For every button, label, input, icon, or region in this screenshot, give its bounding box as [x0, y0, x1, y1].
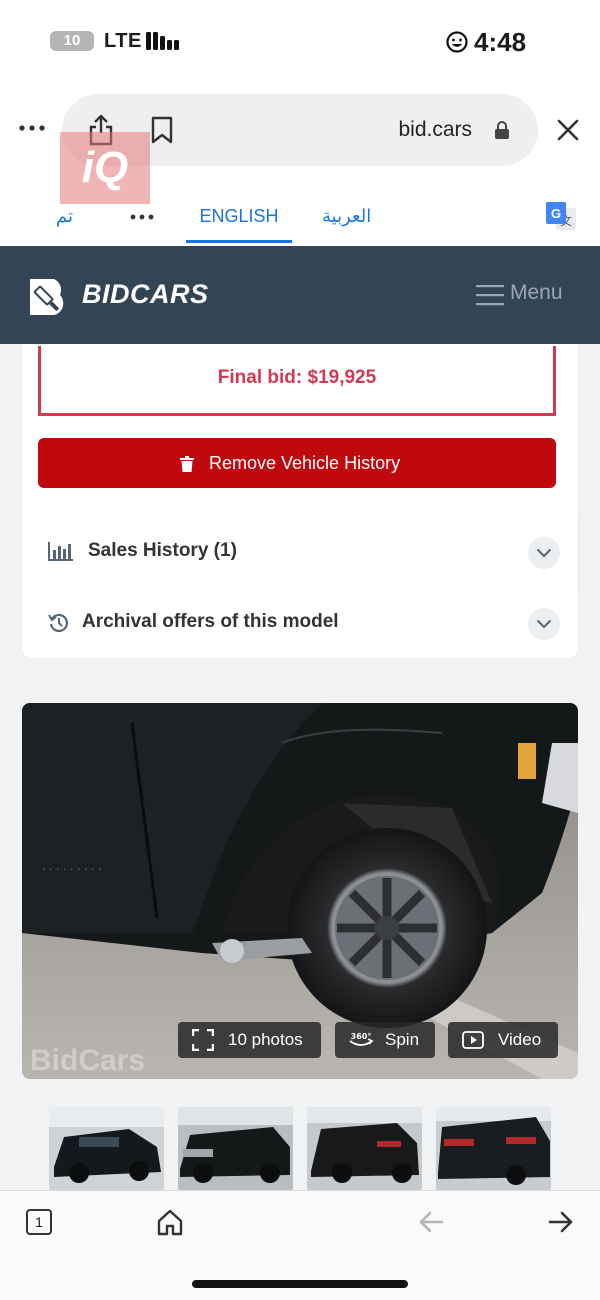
thumbnail-2[interactable] — [178, 1107, 293, 1190]
photos-label: 10 photos — [228, 1030, 303, 1049]
close-icon[interactable] — [556, 118, 580, 142]
trash-icon — [180, 456, 194, 472]
chevron-down-icon — [537, 620, 551, 629]
chevron-down-icon — [537, 549, 551, 558]
translate-done-button[interactable]: تم — [56, 206, 73, 227]
photos-button[interactable]: 10 photos — [178, 1022, 321, 1058]
fullscreen-icon — [192, 1029, 214, 1051]
archival-offers-toggle[interactable]: Archival offers of this model — [82, 611, 339, 633]
status-bar: 10 LTE 4:48 — [0, 0, 600, 80]
translate-more-icon[interactable] — [130, 213, 154, 221]
tab-english[interactable]: ENGLISH — [186, 206, 292, 227]
history-icon — [48, 613, 69, 633]
active-tab-indicator — [186, 240, 292, 243]
tabs-button[interactable]: 1 — [26, 1209, 52, 1235]
back-arrow-icon[interactable] — [418, 1210, 444, 1234]
thumbnail-3[interactable] — [307, 1107, 422, 1190]
svg-text:· · · · · · · · ·: · · · · · · · · · — [42, 863, 101, 876]
tab-arabic[interactable]: العربية — [322, 206, 371, 227]
site-watermark: iQ — [60, 132, 150, 204]
photo-watermark: BidCars — [30, 1044, 146, 1077]
video-label: Video — [498, 1030, 542, 1049]
network-type: LTE — [104, 30, 142, 52]
play-icon — [462, 1031, 484, 1049]
clock: 4:48 — [474, 27, 527, 57]
spin-label: Spin — [385, 1030, 420, 1049]
remove-vehicle-history-label[interactable]: Remove Vehicle History — [209, 453, 400, 474]
spin-button[interactable]: 360° Spin — [335, 1022, 435, 1058]
video-button[interactable]: Video — [448, 1022, 558, 1058]
bookmark-icon[interactable] — [150, 116, 174, 144]
home-icon[interactable] — [156, 1208, 184, 1236]
lock-icon — [495, 121, 509, 139]
svg-text:G: G — [551, 206, 561, 221]
url-text[interactable]: bid.cars — [360, 118, 472, 142]
forward-arrow-icon[interactable] — [548, 1210, 574, 1234]
home-indicator[interactable] — [192, 1280, 408, 1288]
hamburger-icon[interactable] — [476, 284, 504, 306]
bidcars-logo-icon[interactable] — [26, 275, 70, 317]
focus-mode-icon — [446, 31, 468, 53]
signal-icon — [146, 32, 179, 50]
google-translate-icon[interactable]: 文 G — [544, 200, 578, 234]
thumbnail-1[interactable] — [49, 1107, 164, 1190]
brand-name[interactable]: BIDCARS — [82, 279, 209, 310]
battery-indicator: 10 — [50, 31, 94, 51]
sales-history-expand[interactable] — [528, 537, 560, 569]
menu-button[interactable]: Menu — [510, 281, 563, 305]
bar-chart-icon — [48, 542, 73, 561]
archival-offers-expand[interactable] — [528, 608, 560, 640]
final-bid-label: Final bid: $19,925 — [217, 367, 377, 388]
thumbnail-4[interactable] — [436, 1107, 551, 1190]
sales-history-toggle[interactable]: Sales History (1) — [88, 540, 237, 562]
spin-360-icon: 360° — [349, 1032, 374, 1046]
more-dots-icon[interactable] — [18, 118, 46, 138]
